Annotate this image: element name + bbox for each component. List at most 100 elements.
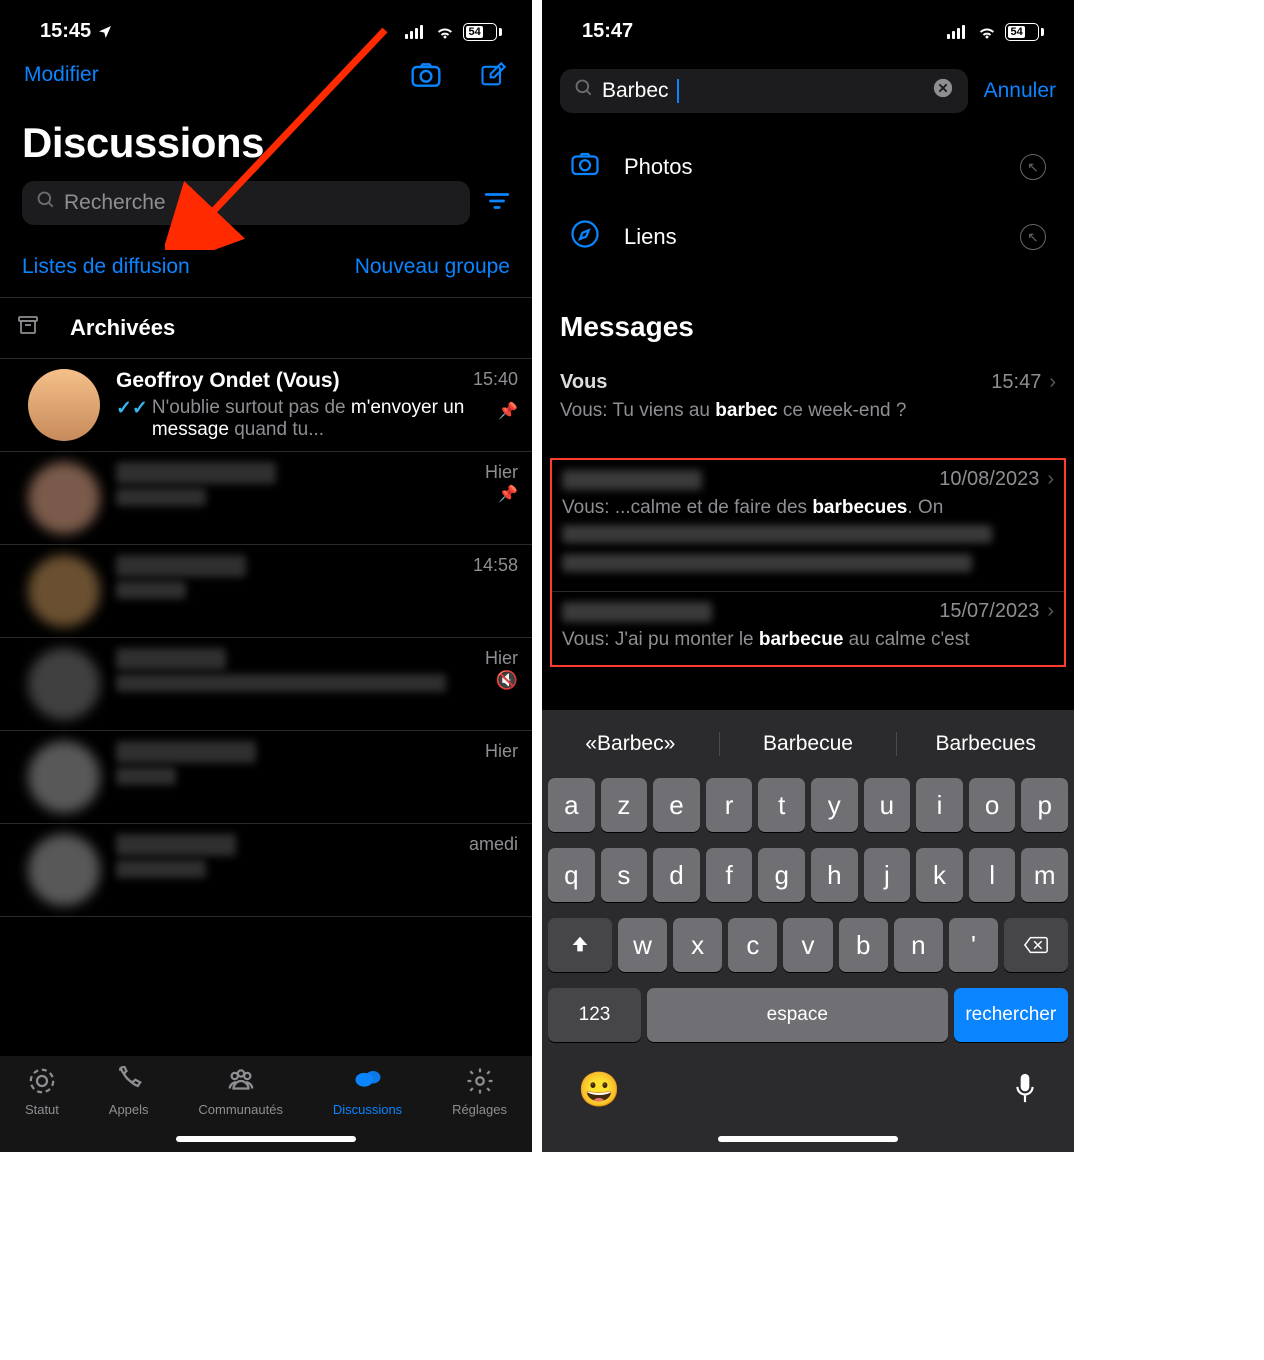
key-x[interactable]: x [673, 918, 722, 972]
key-e[interactable]: e [653, 778, 700, 832]
wifi-icon [977, 25, 997, 39]
chat-row[interactable]: amedi [0, 824, 532, 917]
chat-row[interactable]: Hier 📌 [0, 452, 532, 545]
emoji-button[interactable]: 😀 [578, 1070, 620, 1110]
key-delete[interactable] [1004, 918, 1068, 972]
chat-time: Hier [485, 648, 518, 669]
key-g[interactable]: g [758, 848, 805, 902]
go-icon: ↖ [1020, 224, 1046, 250]
status-bar: 15:45 54 [0, 0, 532, 51]
tab-statut[interactable]: Statut [25, 1066, 59, 1117]
key-z[interactable]: z [601, 778, 648, 832]
edit-button[interactable]: Modifier [24, 63, 99, 87]
search-result[interactable]: 15/07/2023 › Vous: J'ai pu monter le bar… [552, 591, 1064, 665]
compose-icon[interactable] [478, 61, 508, 89]
chat-time: amedi [469, 834, 518, 855]
key-o[interactable]: o [969, 778, 1016, 832]
key-d[interactable]: d [653, 848, 700, 902]
key-apos[interactable]: ' [949, 918, 998, 972]
search-icon [36, 190, 56, 216]
time-label: 15:47 [582, 20, 633, 43]
broadcast-lists-button[interactable]: Listes de diffusion [22, 255, 190, 279]
home-indicator[interactable] [718, 1136, 898, 1142]
key-b[interactable]: b [839, 918, 888, 972]
chat-row[interactable]: 14:58 [0, 545, 532, 638]
search-input[interactable]: Barbec [560, 69, 968, 113]
archived-label: Archivées [70, 315, 175, 341]
key-space[interactable]: espace [647, 988, 948, 1042]
key-shift[interactable] [548, 918, 612, 972]
battery-icon: 54 [463, 23, 502, 41]
phone-right: 15:47 54 Barbec Annuler Photos ↖ Liens ↖ [542, 0, 1074, 1152]
chat-list: Archivées Geoffroy Ondet (Vous) 15:40 ✓✓… [0, 297, 532, 917]
avatar [28, 462, 100, 534]
search-icon [574, 78, 594, 104]
search-input[interactable]: Recherche [22, 181, 470, 225]
new-group-button[interactable]: Nouveau groupe [355, 255, 510, 279]
go-icon: ↖ [1020, 154, 1046, 180]
key-l[interactable]: l [969, 848, 1016, 902]
tab-reglages[interactable]: Réglages [452, 1066, 507, 1117]
key-a[interactable]: a [548, 778, 595, 832]
chat-row[interactable]: Geoffroy Ondet (Vous) 15:40 ✓✓ N'oublie … [0, 359, 532, 452]
signal-icon [405, 25, 427, 39]
cancel-button[interactable]: Annuler [984, 79, 1056, 103]
chat-name-blurred [116, 741, 256, 763]
archive-icon [16, 314, 40, 342]
section-messages: Messages [542, 281, 1074, 361]
page-title: Discussions [0, 99, 532, 181]
key-c[interactable]: c [728, 918, 777, 972]
key-k[interactable]: k [916, 848, 963, 902]
avatar [28, 834, 100, 906]
suggestion[interactable]: Barbecues [897, 732, 1074, 756]
chat-row[interactable]: Hier [0, 731, 532, 824]
key-r[interactable]: r [706, 778, 753, 832]
key-h[interactable]: h [811, 848, 858, 902]
filter-liens[interactable]: Liens ↖ [560, 201, 1056, 273]
suggestion[interactable]: «Barbec» [542, 732, 720, 756]
communities-icon [225, 1066, 257, 1096]
key-j[interactable]: j [864, 848, 911, 902]
key-w[interactable]: w [618, 918, 667, 972]
key-f[interactable]: f [706, 848, 753, 902]
search-result[interactable]: Vous 15:47 › Vous: Tu viens au barbec ce… [542, 361, 1074, 438]
status-bar: 15:47 54 [542, 0, 1074, 51]
key-search[interactable]: rechercher [954, 988, 1068, 1042]
chat-name-blurred [116, 648, 226, 670]
key-q[interactable]: q [548, 848, 595, 902]
key-n[interactable]: n [894, 918, 943, 972]
key-i[interactable]: i [916, 778, 963, 832]
suggestion[interactable]: Barbecue [720, 732, 898, 756]
chat-name-blurred [116, 462, 276, 484]
search-placeholder: Recherche [64, 191, 166, 215]
key-m[interactable]: m [1021, 848, 1068, 902]
camera-icon [570, 151, 600, 183]
chat-row[interactable]: Hier 🔇 [0, 638, 532, 731]
tab-discussions[interactable]: Discussions [333, 1066, 402, 1117]
clear-icon[interactable] [932, 77, 954, 105]
key-p[interactable]: p [1021, 778, 1068, 832]
key-123[interactable]: 123 [548, 988, 641, 1042]
tab-communautes[interactable]: Communautés [198, 1066, 283, 1117]
time-label: 15:45 [40, 20, 91, 43]
chat-time: 14:58 [473, 555, 518, 576]
filter-photos[interactable]: Photos ↖ [560, 133, 1056, 201]
camera-icon[interactable] [410, 61, 442, 89]
key-t[interactable]: t [758, 778, 805, 832]
mic-button[interactable] [1012, 1071, 1038, 1110]
filter-icon[interactable] [484, 191, 510, 216]
home-indicator[interactable] [176, 1136, 356, 1142]
avatar [28, 555, 100, 627]
avatar [28, 648, 100, 720]
key-s[interactable]: s [601, 848, 648, 902]
key-u[interactable]: u [864, 778, 911, 832]
key-v[interactable]: v [783, 918, 832, 972]
status-icon [26, 1066, 58, 1096]
result-name-blurred [562, 470, 702, 490]
key-y[interactable]: y [811, 778, 858, 832]
chevron-right-icon: › [1047, 468, 1054, 491]
tab-appels[interactable]: Appels [109, 1066, 149, 1117]
search-result[interactable]: 10/08/2023 › Vous: ...calme et de faire … [552, 460, 1064, 591]
chat-name-blurred [116, 834, 236, 856]
archived-row[interactable]: Archivées [0, 298, 532, 359]
